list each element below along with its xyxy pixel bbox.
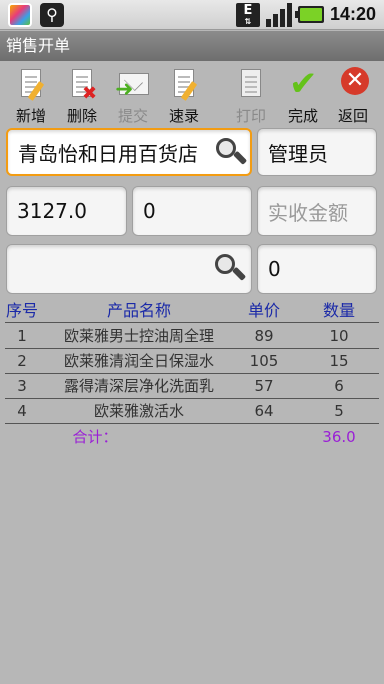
delete-label: 删除	[66, 107, 97, 125]
header-divider	[5, 322, 379, 323]
row-name: 欧莱雅清润全日保湿水	[63, 352, 214, 370]
amount-field[interactable]: 3127.0	[6, 186, 127, 236]
table-row[interactable]: 1 欧莱雅男士控油周全理 89 10	[5, 324, 379, 348]
checkmark-icon: ✔	[289, 64, 318, 104]
back-label: 返回	[337, 107, 368, 125]
amount-value: 3127.0	[17, 199, 87, 223]
operator-value: 管理员	[268, 141, 328, 166]
quick-entry-button[interactable]: 速录	[159, 67, 209, 127]
product-search-icon[interactable]	[215, 254, 247, 282]
total-qty: 36.0	[322, 428, 356, 446]
header-name: 产品名称	[106, 301, 171, 320]
row-no: 2	[17, 352, 27, 370]
table-row[interactable]: 3 露得清深层净化洗面乳 57 6	[5, 374, 379, 398]
quick-entry-icon	[166, 67, 202, 101]
print-label: 打印	[235, 107, 266, 125]
row-divider	[5, 423, 379, 424]
discount-value: 0	[143, 199, 156, 223]
print-button[interactable]: 打印	[226, 67, 276, 127]
row-name: 欧莱雅激活水	[93, 402, 184, 420]
clock: 14:20	[330, 4, 377, 24]
edge-data-icon: E ⇅	[236, 3, 260, 27]
signal-icon	[266, 3, 292, 27]
back-x-icon: ✕	[335, 67, 371, 101]
row-price: 105	[249, 352, 279, 370]
submit-label: 提交	[117, 107, 148, 125]
customer-field[interactable]: 青岛怡和日用百货店	[6, 128, 252, 176]
app-icon	[8, 3, 32, 27]
customer-search-icon[interactable]	[216, 138, 248, 166]
quantity-value: 0	[268, 257, 281, 281]
status-bar: ⚲ E ⇅ 14:20	[0, 0, 384, 30]
row-no: 4	[17, 402, 27, 420]
row-qty: 5	[334, 402, 344, 420]
received-amount-placeholder: 实收金额	[268, 200, 348, 225]
delete-document-icon: ✖	[64, 67, 100, 104]
battery-icon	[295, 6, 324, 23]
submit-button[interactable]: ➜ 提交	[108, 67, 158, 127]
window-title: 销售开单	[0, 31, 384, 61]
toolbar: 新增 ✖ 删除 ➜ 提交 速录 打印 ✔ 完成 ✕ 返回	[0, 61, 384, 127]
row-price: 64	[254, 402, 274, 420]
print-icon	[233, 67, 269, 101]
table-row[interactable]: 2 欧莱雅清润全日保湿水 105 15	[5, 349, 379, 373]
back-button[interactable]: ✕ 返回	[328, 67, 378, 127]
row-no: 1	[17, 327, 27, 345]
table-header: 序号 产品名称 单价 数量	[5, 300, 379, 322]
received-amount-field[interactable]: 实收金额	[257, 186, 377, 236]
complete-button[interactable]: ✔ 完成	[278, 67, 328, 127]
usb-icon: ⚲	[40, 3, 64, 27]
row-no: 3	[17, 377, 27, 395]
edge-label: E	[243, 3, 253, 18]
row-price: 89	[254, 327, 274, 345]
header-no: 序号	[5, 301, 38, 320]
discount-field[interactable]: 0	[132, 186, 252, 236]
header-price: 单价	[247, 301, 280, 320]
row-price: 57	[254, 377, 274, 395]
submit-envelope-icon: ➜	[115, 67, 151, 102]
row-qty: 10	[329, 327, 349, 345]
quantity-field[interactable]: 0	[257, 244, 377, 294]
delete-button[interactable]: ✖ 删除	[57, 67, 107, 127]
header-qty: 数量	[322, 301, 355, 320]
total-row: 合计： 36.0	[5, 426, 379, 448]
table-row[interactable]: 4 欧莱雅激活水 64 5	[5, 399, 379, 423]
row-qty: 15	[329, 352, 349, 370]
new-document-icon	[13, 67, 49, 101]
new-label: 新增	[15, 107, 46, 125]
row-name: 露得清深层净化洗面乳	[63, 377, 214, 395]
row-qty: 6	[334, 377, 344, 395]
row-name: 欧莱雅男士控油周全理	[63, 327, 214, 345]
customer-value: 青岛怡和日用百货店	[18, 141, 198, 166]
operator-field[interactable]: 管理员	[257, 128, 377, 176]
complete-label: 完成	[287, 107, 318, 125]
product-search-field[interactable]	[6, 244, 252, 294]
quick-entry-label: 速录	[168, 107, 199, 125]
total-label: 合计：	[72, 428, 118, 446]
new-button[interactable]: 新增	[6, 67, 56, 127]
